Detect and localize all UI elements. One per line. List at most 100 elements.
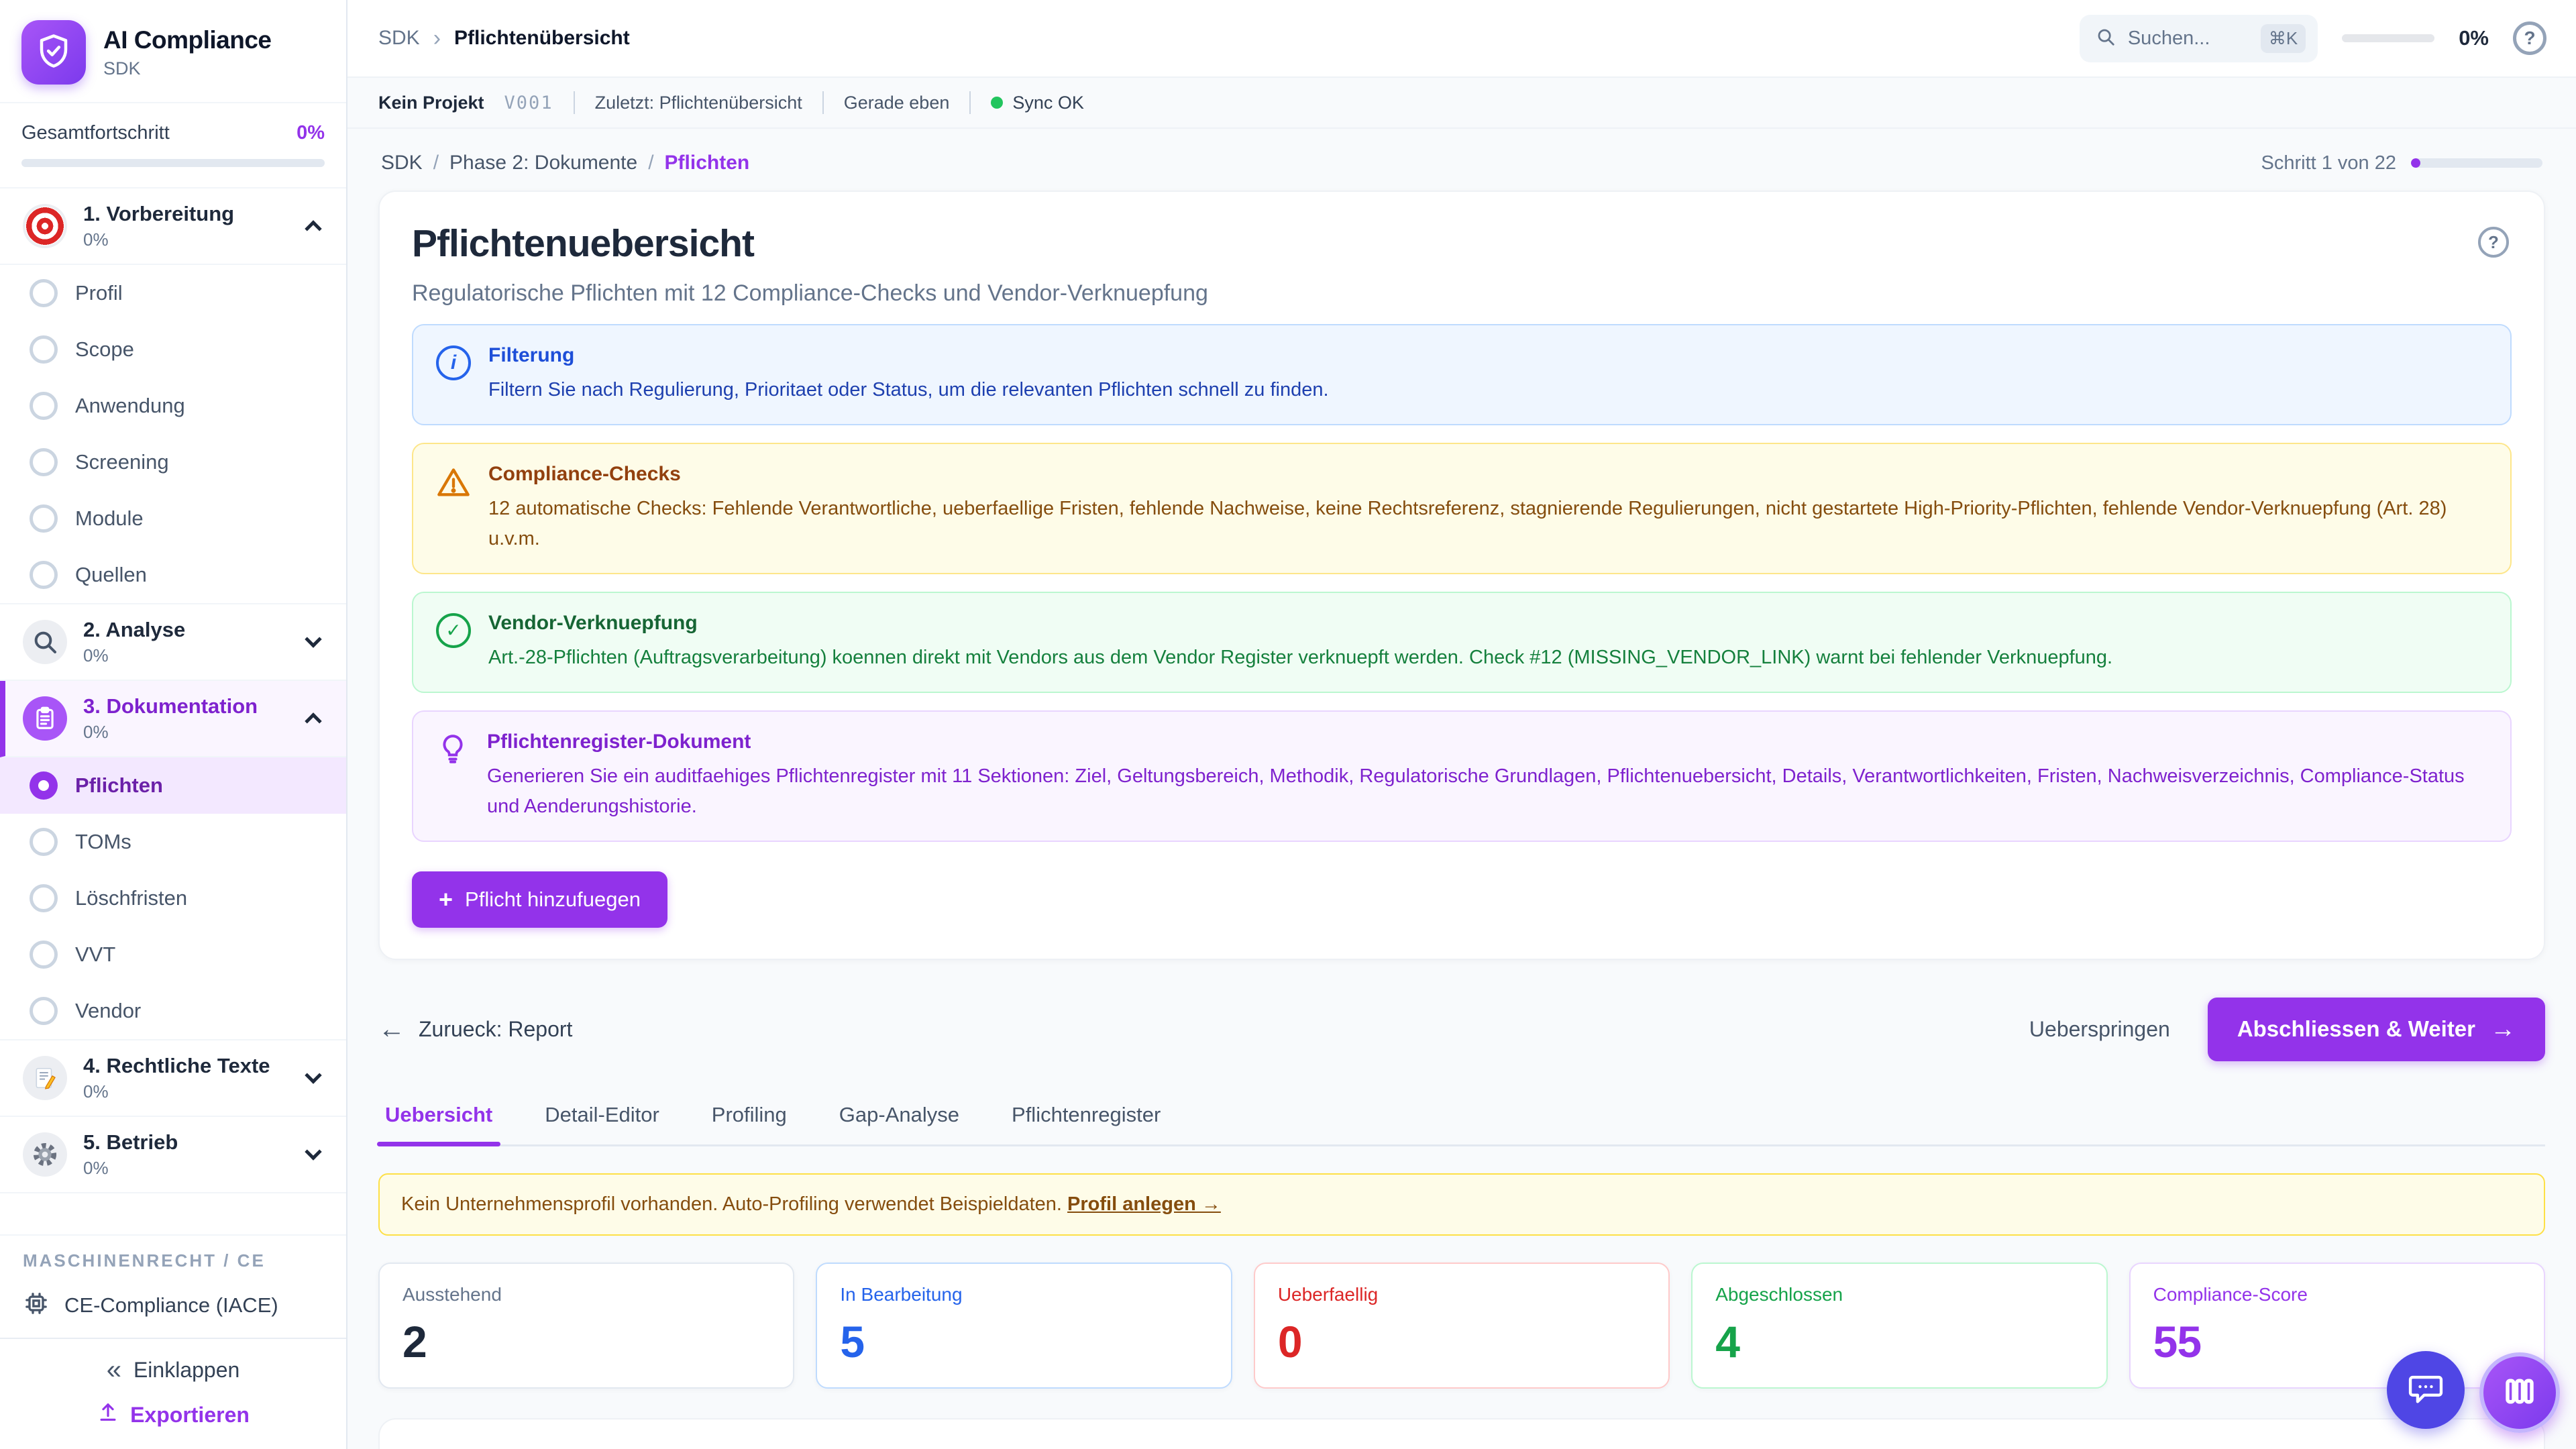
chevron-down-icon [305,1143,321,1160]
tab-detail-editor[interactable]: Detail-Editor [543,1092,661,1144]
radio-icon [30,448,58,476]
shield-check-icon [36,33,72,72]
app-root: AI Compliance SDK Gesamtfortschritt 0% 1… [0,0,2576,1449]
radio-icon [30,561,58,589]
step-counter: Schritt 1 von 22 [2261,152,2397,174]
stat-value: 5 [840,1316,1208,1367]
radio-icon [30,941,58,969]
tab-profiling[interactable]: Profiling [710,1092,788,1144]
collapse-sidebar-button[interactable]: « Einklappen [107,1356,240,1383]
sidebar-item-screening[interactable]: Screening [0,434,346,490]
warning-text: Kein Unternehmensprofil vorhanden. Auto-… [401,1193,1067,1215]
chip-icon [23,1290,50,1320]
arrow-left-icon: ← [378,1014,405,1044]
sidebar-footer: « Einklappen Exportieren [0,1338,346,1449]
sidebar-item-anwendung[interactable]: Anwendung [0,378,346,434]
help-icon[interactable]: ? [2513,21,2546,55]
sidebar-header: AI Compliance SDK [0,0,346,103]
tab-uebersicht[interactable]: Uebersicht [384,1092,494,1144]
stat-card-compliance-score: Compliance-Score 55 [2129,1263,2545,1389]
upload-icon [97,1401,119,1429]
breadcrumb-root[interactable]: SDK [378,27,420,50]
magnifier-icon [23,620,67,664]
success-box-text: Art.-28-Pflichten (Auftragsverarbeitung)… [488,643,2487,673]
chat-fab-button[interactable] [2387,1351,2465,1429]
divider [969,91,971,114]
search-box[interactable]: ⌘K [2080,15,2318,62]
tip-box-text: Generieren Sie ein auditfaehiges Pflicht… [487,761,2487,822]
info-circle-icon: i [436,345,471,380]
stats-row: Ausstehend 2 In Bearbeitung 5 Ueberfaell… [378,1263,2545,1389]
sidebar-section-analyse[interactable]: 2. Analyse 0% [0,604,346,681]
sidebar-item-label: TOMs [75,830,131,854]
export-button[interactable]: Exportieren [97,1401,250,1429]
sidebar-section-vorbereitung[interactable]: 1. Vorbereitung 0% [0,189,346,265]
phase-crumb-root[interactable]: SDK [381,152,423,174]
divider [822,91,824,114]
sidebar-item-loeschfristen[interactable]: Löschfristen [0,870,346,926]
phase-crumb-phase[interactable]: Phase 2: Dokumente [449,152,637,174]
sidebar-item-ce-compliance[interactable]: CE-Compliance (IACE) [23,1290,323,1320]
card-help-icon[interactable]: ? [2478,227,2509,258]
overall-progress-label: Gesamtfortschritt [21,122,170,144]
section-label: 5. Betrieb [83,1130,291,1155]
warning-box-title: Compliance-Checks [488,463,2487,486]
sidebar-item-label: Anwendung [75,394,185,418]
skip-button[interactable]: Ueberspringen [2029,1017,2170,1042]
info-box-filterung: i Filterung Filtern Sie nach Regulierung… [412,324,2512,425]
sidebar-item-pflichten[interactable]: Pflichten [0,757,346,814]
sidebar-item-vendor[interactable]: Vendor [0,983,346,1040]
sidebar-group-maschinenrecht: MASCHINENRECHT / CE CE-Compliance (IACE) [0,1234,346,1338]
stat-card-ueberfaellig: Ueberfaellig 0 [1254,1263,1670,1389]
sidebar-section-rechtliche-texte[interactable]: 4. Rechtliche Texte 0% [0,1040,346,1117]
slash-separator: / [433,152,439,174]
columns-fab-button[interactable] [2479,1352,2560,1433]
sidebar-section-dokumentation[interactable]: 3. Dokumentation 0% [0,681,346,757]
overall-progress-value: 0% [297,122,325,144]
collapse-label: Einklappen [133,1358,239,1383]
sync-label: Sync OK [1012,93,1084,113]
sidebar-item-module[interactable]: Module [0,490,346,547]
section-label: 1. Vorbereitung [83,202,291,226]
stat-card-abgeschlossen: Abgeschlossen 4 [1691,1263,2107,1389]
info-box-text: Filtern Sie nach Regulierung, Prioritaet… [488,375,2487,405]
overall-progress: Gesamtfortschritt 0% [0,103,346,189]
page-title: Pflichtenuebersicht [412,221,2512,266]
columns-icon [2502,1373,2538,1413]
sidebar-item-scope[interactable]: Scope [0,321,346,378]
sidebar-item-label: Screening [75,450,169,474]
sidebar-section-betrieb[interactable]: 5. Betrieb 0% [0,1117,346,1193]
create-profile-link[interactable]: Profil anlegen → [1067,1193,1221,1215]
app-title: AI Compliance [103,26,272,54]
success-box-title: Vendor-Verknuepfung [488,612,2487,635]
success-box-vendor: ✓ Vendor-Verknuepfung Art.-28-Pflichten … [412,592,2512,693]
clipboard-icon [23,696,67,741]
add-pflicht-button[interactable]: + Pflicht hinzufuegen [412,871,667,928]
tab-pflichtenregister[interactable]: Pflichtenregister [1010,1092,1162,1144]
stat-card-in-bearbeitung: In Bearbeitung 5 [816,1263,1232,1389]
complete-next-button[interactable]: Abschliessen & Weiter → [2208,998,2545,1061]
radio-icon [30,997,58,1025]
sidebar-item-profil[interactable]: Profil [0,265,346,321]
section-percent: 0% [83,1081,291,1102]
section-percent: 0% [83,229,291,250]
app-logo [21,20,86,85]
sidebar-item-label: Vendor [75,999,141,1023]
chevron-up-icon [305,712,321,729]
search-icon [2096,27,2116,50]
section-label: 4. Rechtliche Texte [83,1054,291,1078]
warning-triangle-icon [436,466,471,554]
back-label: Zurueck: Report [419,1017,572,1042]
tab-gap-analyse[interactable]: Gap-Analyse [838,1092,961,1144]
section-percent: 0% [83,645,291,666]
chat-bubble-icon [2406,1369,2445,1411]
sidebar-item-toms[interactable]: TOMs [0,814,346,870]
sidebar-item-vvt[interactable]: VVT [0,926,346,983]
step-progress-fill [2411,158,2420,168]
last-saved-time: Gerade eben [844,93,950,113]
back-button[interactable]: ← Zurueck: Report [378,1014,572,1044]
project-name: Kein Projekt [378,93,484,113]
topbar-progress-bar [2342,34,2434,42]
sidebar-item-quellen[interactable]: Quellen [0,547,346,604]
search-input[interactable] [2128,28,2249,50]
